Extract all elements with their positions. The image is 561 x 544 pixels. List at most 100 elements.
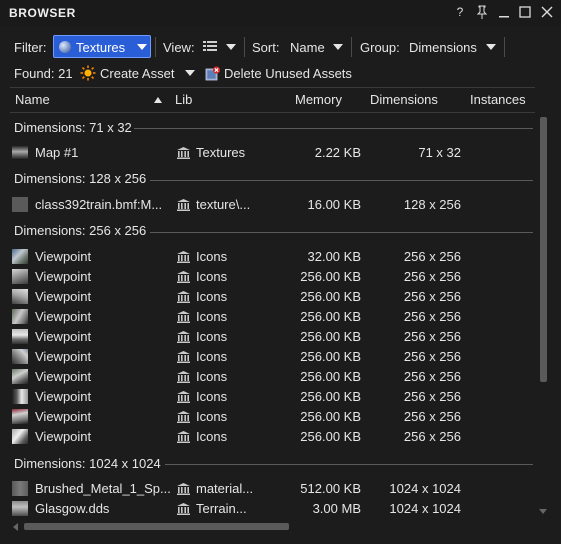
chevron-down-icon: [137, 44, 147, 50]
asset-memory: 256.00 KB: [300, 349, 361, 364]
asset-row[interactable]: Viewpoint Icons 256.00 KB 256 x 256: [10, 427, 535, 447]
asset-lib: Icons: [196, 329, 228, 344]
view-chevron-down-icon[interactable]: [226, 44, 236, 50]
asset-dimensions: 71 x 32: [418, 145, 461, 160]
library-icon: [177, 431, 190, 443]
found-count: Found: 21: [14, 66, 73, 81]
group-dropdown[interactable]: Dimensions: [409, 40, 477, 55]
asset-dimensions: 256 x 256: [403, 289, 461, 304]
view-list-icon[interactable]: [203, 40, 217, 54]
asset-row[interactable]: Viewpoint Icons 256.00 KB 256 x 256: [10, 327, 535, 347]
asset-name: Brushed_Metal_1_Sp...: [35, 481, 171, 496]
asset-row[interactable]: Viewpoint Icons 32.00 KB 256 x 256: [10, 247, 535, 267]
asset-row[interactable]: Brushed_Metal_1_Sp... material... 512.00…: [10, 479, 535, 499]
minimize-icon[interactable]: [496, 4, 512, 20]
toolbar-divider: [155, 37, 156, 57]
library-icon: [177, 391, 190, 403]
help-button[interactable]: ?: [452, 4, 468, 20]
filter-dropdown[interactable]: Textures: [53, 35, 151, 58]
maximize-icon[interactable]: [517, 4, 533, 20]
column-dimensions[interactable]: Dimensions: [370, 92, 438, 107]
library-icon: [177, 371, 190, 383]
asset-memory: 16.00 KB: [307, 197, 362, 212]
asset-name: Viewpoint: [35, 389, 92, 404]
asset-memory: 256.00 KB: [300, 369, 361, 384]
delete-icon[interactable]: [205, 66, 221, 81]
horizontal-scrollbar-thumb[interactable]: [24, 523, 289, 530]
texture-thumbnail: [12, 145, 28, 160]
asset-row[interactable]: Glasgow.dds Terrain... 3.00 MB 1024 x 10…: [10, 499, 535, 519]
asset-row[interactable]: class392train.bmf:M... texture\... 16.00…: [10, 195, 535, 215]
close-icon[interactable]: [539, 4, 555, 20]
asset-dimensions: 256 x 256: [403, 429, 461, 444]
terrain-thumbnail: [12, 501, 28, 516]
asset-memory: 3.00 MB: [312, 501, 361, 516]
group-header: Dimensions: 256 x 256: [14, 223, 147, 238]
pin-icon[interactable]: [474, 4, 490, 20]
window-title: BROWSER: [9, 6, 76, 20]
group-header: Dimensions: 128 x 256: [14, 171, 147, 186]
asset-name: Viewpoint: [35, 269, 92, 284]
asset-lib: Icons: [196, 429, 228, 444]
create-asset-chevron-down-icon[interactable]: [185, 70, 195, 76]
column-header: Name Lib Memory Dimensions Instances: [10, 87, 535, 113]
column-instances[interactable]: Instances: [470, 92, 526, 107]
column-name[interactable]: Name: [15, 92, 50, 107]
library-icon: [177, 147, 190, 159]
group-divider: [165, 464, 533, 465]
viewpoint-thumbnail: [12, 249, 28, 264]
library-icon: [177, 503, 190, 515]
asset-lib: Icons: [196, 349, 228, 364]
asset-lib: Icons: [196, 389, 228, 404]
create-asset-button[interactable]: Create Asset: [100, 66, 174, 81]
asset-row[interactable]: Viewpoint Icons 256.00 KB 256 x 256: [10, 387, 535, 407]
filter-value: Textures: [76, 40, 126, 55]
asset-lib: Icons: [196, 309, 228, 324]
asset-row[interactable]: Viewpoint Icons 256.00 KB 256 x 256: [10, 267, 535, 287]
asset-name: Viewpoint: [35, 249, 92, 264]
asset-row[interactable]: Viewpoint Icons 256.00 KB 256 x 256: [10, 407, 535, 427]
asset-row[interactable]: Viewpoint Icons 256.00 KB 256 x 256: [10, 347, 535, 367]
asset-lib: Terrain...: [196, 501, 247, 516]
metal-thumbnail: [12, 481, 28, 496]
asset-memory: 256.00 KB: [300, 389, 361, 404]
sort-ascending-icon: [154, 97, 162, 103]
vertical-scrollbar-thumb[interactable]: [540, 117, 547, 382]
asset-dimensions: 128 x 256: [403, 197, 461, 212]
column-memory[interactable]: Memory: [295, 92, 342, 107]
column-lib[interactable]: Lib: [175, 92, 192, 107]
browser-window: BROWSER ? Filter: Textures View: Sort: N…: [0, 0, 561, 544]
asset-dimensions: 256 x 256: [403, 309, 461, 324]
group-label: Group:: [360, 40, 400, 55]
create-asset-sun-icon[interactable]: [80, 65, 96, 81]
asset-name: Viewpoint: [35, 309, 92, 324]
asset-name: Glasgow.dds: [35, 501, 110, 516]
asset-dimensions: 1024 x 1024: [389, 501, 461, 516]
delete-unused-assets-button[interactable]: Delete Unused Assets: [224, 66, 352, 81]
asset-memory: 32.00 KB: [307, 249, 362, 264]
asset-dimensions: 256 x 256: [403, 249, 461, 264]
sort-dropdown[interactable]: Name: [290, 40, 325, 55]
asset-dimensions: 256 x 256: [403, 269, 461, 284]
library-icon: [177, 351, 190, 363]
asset-row[interactable]: Map #1 Textures 2.22 KB 71 x 32: [10, 143, 535, 163]
asset-row[interactable]: Viewpoint Icons 256.00 KB 256 x 256: [10, 287, 535, 307]
group-chevron-down-icon[interactable]: [486, 44, 496, 50]
scroll-left-arrow-icon[interactable]: [13, 523, 18, 531]
asset-row[interactable]: Viewpoint Icons 256.00 KB 256 x 256: [10, 307, 535, 327]
asset-memory: 256.00 KB: [300, 429, 361, 444]
asset-dimensions: 256 x 256: [403, 369, 461, 384]
asset-lib: Icons: [196, 269, 228, 284]
library-icon: [177, 483, 190, 495]
library-icon: [177, 411, 190, 423]
asset-name: Viewpoint: [35, 409, 92, 424]
scroll-down-arrow-icon[interactable]: [539, 509, 547, 514]
asset-lib: Icons: [196, 249, 228, 264]
asset-lib: texture\...: [196, 197, 251, 212]
sort-chevron-down-icon[interactable]: [333, 44, 343, 50]
asset-memory: 2.22 KB: [314, 145, 361, 160]
asset-memory: 256.00 KB: [300, 409, 361, 424]
asset-row[interactable]: Viewpoint Icons 256.00 KB 256 x 256: [10, 367, 535, 387]
group-header: Dimensions: 1024 x 1024: [14, 456, 161, 471]
view-label: View:: [163, 40, 195, 55]
